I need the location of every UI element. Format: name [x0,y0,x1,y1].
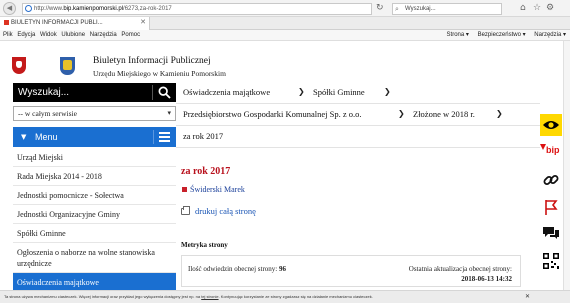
search-divider [152,85,153,100]
town-crest-icon[interactable] [60,57,75,75]
chevron-right-icon: ❯ [398,109,405,118]
sidebar-item-rada-miejska[interactable]: Rada Miejska 2014 - 2018 [13,167,176,186]
contrast-eye-icon[interactable] [540,114,562,136]
tab-title: BIULETYN INFORMACJI PUBLI... [11,20,103,26]
home-icon[interactable]: ⌂ [520,3,526,13]
command-tools[interactable]: Narzędzia ▾ [534,32,566,38]
close-icon[interactable]: ✕ [525,291,530,303]
menu-tools[interactable]: Narzędzia [90,32,117,38]
favorites-star-icon[interactable]: ☆ [533,3,541,13]
chat-icon[interactable] [540,222,562,244]
sidebar-item-spolki-gminne[interactable]: Spółki Gminne [13,224,176,243]
menu-help[interactable]: Pomoc [121,32,140,38]
tab-favicon-icon [4,19,9,25]
breadcrumb-divider [176,103,540,104]
breadcrumb-spolki-gminne[interactable]: Spółki Gminne [313,87,365,97]
poland-emblem-icon [12,57,26,74]
cookie-banner: Ta strona używa mechanizmu ciasteczek. W… [0,290,570,303]
breadcrumb-zlozone-2018[interactable]: Złożone w 2018 r. [413,109,475,119]
browser-menu-bar: Plik Edycja Widok Ulubione Narzędzia Pom… [0,30,570,41]
breadcrumb-pgk[interactable]: Przedsiębiorstwo Gospodarki Komunalnej S… [183,109,361,119]
menu-divider [153,130,154,144]
browser-tab[interactable]: BIULETYN INFORMACJI PUBLI... ✕ [0,17,150,30]
views-label: Ilość odwiedzin obecnej strony: [188,265,278,273]
updated-value: 2018-06-13 14:32 [461,275,512,283]
metrics-box: Ilość odwiedzin obecnej strony: 96 Ostat… [181,255,521,287]
command-safety[interactable]: Bezpieczeństwo ▾ [478,32,526,38]
breadcrumb-oswiadczenia[interactable]: Oświadczenia majątkowe [183,87,270,97]
search-scope-value: -- w całym serwisie [18,109,77,118]
printer-icon [181,206,190,215]
hamburger-icon[interactable] [159,132,170,142]
refresh-icon[interactable]: ↻ [376,3,384,13]
search-icon[interactable] [158,86,171,99]
chevron-right-icon: ❯ [384,87,391,96]
flag-icon[interactable] [540,196,562,218]
browser-search-field[interactable]: ⌕ Wyszukaj... [392,3,502,15]
search-icon: ⌕ [395,6,399,13]
chevron-down-icon: ▾ [167,109,171,117]
bip-logo-text: bip [546,145,560,155]
site-title[interactable]: Biuletyn Informacji Publicznej [93,56,211,66]
browser-address-bar: ◀ http://www.bip.kamienpomorski.pl/6273,… [0,0,570,17]
menu-label: Menu [35,132,58,142]
site-subtitle: Urzędu Miejskiego w Kamieniu Pomorskim [93,69,226,78]
bip-logo-icon[interactable]: bip [540,142,562,164]
menu-edit[interactable]: Edycja [17,32,35,38]
menu-view[interactable]: Widok [40,32,57,38]
sidebar-item-ogloszenia-nabor[interactable]: Ogłoszenia o naborze na wolne stanowiska… [13,243,176,273]
chevron-right-icon: ❯ [298,87,305,96]
cookie-text: Ta strona używa mechanizmu ciasteczek. W… [4,294,201,299]
browser-logo-icon [25,5,32,12]
qr-code-icon[interactable] [540,250,562,272]
tab-close-icon[interactable]: ✕ [140,17,146,29]
chevron-right-icon: ❯ [496,109,503,118]
document-link[interactable]: Świderski Marek [182,185,245,194]
caret-down-icon: ▼ [21,133,27,141]
url-path: /6273,za-rok-2017 [123,6,172,12]
sidebar-item-solectwa[interactable]: Jednostki pomocnicze - Sołectwa [13,186,176,205]
sidebar-nav: Urząd Miejski Rada Miejska 2014 - 2018 J… [13,148,176,292]
breadcrumb-divider [176,125,540,126]
url-prefix: http://www. [34,6,64,12]
command-page[interactable]: Strona ▾ [447,32,469,38]
browser-search-placeholder: Wyszukaj... [405,6,436,12]
menu-toggle-button[interactable]: ▼ Menu [13,127,176,147]
metrics-views: Ilość odwiedzin obecnej strony: 96 [188,265,286,273]
pdf-file-icon [182,187,187,192]
search-scope-select[interactable]: -- w całym serwisie ▾ [13,106,176,121]
page-title: za rok 2017 [181,166,231,177]
metrics-title: Metryka strony [181,241,228,249]
document-link-label: Świderski Marek [190,185,245,194]
menu-file[interactable]: Plik [3,32,13,38]
menu-favorites[interactable]: Ulubione [61,32,85,38]
print-page-link[interactable]: drukuj całą stronę [181,206,256,216]
tab-strip: BIULETYN INFORMACJI PUBLI... ✕ [0,17,570,30]
print-label: drukuj całą stronę [195,206,256,216]
views-value: 96 [278,265,286,273]
back-icon[interactable]: ◀ [3,2,16,15]
updated-label: Ostatnia aktualizacja obecnej strony: [408,265,512,273]
cookie-link[interactable]: tej stronie [201,294,218,299]
site-header [0,41,540,81]
page-scrollbar[interactable] [563,41,570,290]
url-domain: bip.kamienpomorski.pl [63,6,124,12]
cookie-text-2: . Kontynuując korzystanie ze strony zgad… [218,294,373,299]
sidebar-item-jednostki-organizacyjne[interactable]: Jednostki Organizacyjne Gminy [13,205,176,224]
breadcrumb-current: za rok 2017 [183,131,224,141]
settings-gear-icon[interactable]: ⚙ [546,3,554,13]
url-field[interactable]: http://www.bip.kamienpomorski.pl/6273,za… [22,3,372,15]
site-search-input[interactable]: Wyszukaj... [13,83,176,102]
breadcrumb-divider [176,147,540,148]
link-chain-icon[interactable] [540,169,562,191]
sidebar-item-urzad-miejski[interactable]: Urząd Miejski [13,148,176,167]
site-search-placeholder: Wyszukaj... [18,87,70,98]
